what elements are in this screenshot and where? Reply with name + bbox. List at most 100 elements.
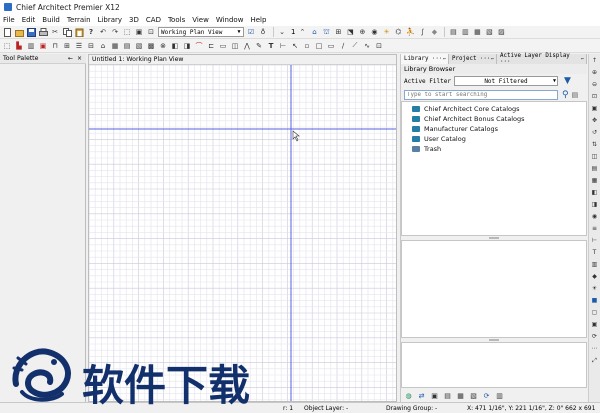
- hide-icon[interactable]: ◨: [590, 200, 599, 209]
- paste-icon[interactable]: [74, 27, 84, 37]
- catalog-switch-icon[interactable]: ⇄: [416, 391, 427, 401]
- help-icon[interactable]: ?: [86, 27, 96, 37]
- fixture-icon[interactable]: ▤: [122, 41, 132, 51]
- glass-house-icon[interactable]: ⌬: [393, 27, 403, 37]
- checkbox-icon[interactable]: ☑: [246, 27, 256, 37]
- list-item[interactable]: Manufacturer Catalogs: [402, 124, 586, 134]
- overview-icon[interactable]: ⊕: [357, 27, 367, 37]
- spline-draw-icon[interactable]: ∿: [362, 41, 372, 51]
- full-camera-icon[interactable]: ◉: [369, 27, 379, 37]
- library-toggle-icon[interactable]: ▥: [590, 260, 599, 269]
- menu-file[interactable]: File: [3, 16, 15, 24]
- splitter-handle[interactable]: [489, 339, 499, 341]
- view-list-icon[interactable]: ▤: [442, 391, 453, 401]
- trim-icon[interactable]: ◫: [230, 41, 240, 51]
- redo-icon[interactable]: ↷: [110, 27, 120, 37]
- menu-help[interactable]: Help: [250, 16, 266, 24]
- window-tile-icon[interactable]: ▤: [448, 27, 458, 37]
- down-floor-icon[interactable]: ⌄: [277, 27, 287, 37]
- menu-library[interactable]: Library: [98, 16, 122, 24]
- roof-icon[interactable]: ⌂: [98, 41, 108, 51]
- snap-icon[interactable]: ⊡: [374, 41, 384, 51]
- new-folder-icon[interactable]: ▣: [429, 391, 440, 401]
- select-objects-icon[interactable]: ⬚: [2, 41, 12, 51]
- sync-icon[interactable]: ⟳: [590, 332, 599, 341]
- render-icon[interactable]: ☀: [381, 27, 391, 37]
- dimension-icon[interactable]: ⊢: [278, 41, 288, 51]
- menu-view[interactable]: View: [192, 16, 209, 24]
- layer-icon[interactable]: ▤: [590, 164, 599, 173]
- spline-icon[interactable]: ∫: [417, 27, 427, 37]
- terrain-icon[interactable]: ▦: [110, 41, 120, 51]
- polyline-icon[interactable]: ⟋: [350, 41, 360, 51]
- undo-icon[interactable]: ↶: [98, 27, 108, 37]
- cut-icon[interactable]: ✂: [50, 27, 60, 37]
- shelf-icon[interactable]: ⊏: [206, 41, 216, 51]
- filter-funnel-icon[interactable]: ▼: [564, 76, 571, 86]
- perspective-icon[interactable]: ⬔: [345, 27, 355, 37]
- menu-tools[interactable]: Tools: [168, 16, 185, 24]
- electrical-icon[interactable]: ⊗: [158, 41, 168, 51]
- text-icon[interactable]: T: [266, 41, 276, 51]
- window-cascade-icon[interactable]: ▧: [484, 27, 494, 37]
- plan-view-select[interactable]: Working Plan View ▼: [158, 27, 244, 37]
- library-object-icon[interactable]: ▭: [218, 41, 228, 51]
- select-icon[interactable]: ⬚: [122, 27, 132, 37]
- tab-project[interactable]: Project ··· ←: [449, 54, 497, 64]
- fill-window-icon[interactable]: ⊡: [590, 92, 599, 101]
- wall-icon[interactable]: ▙: [14, 41, 24, 51]
- grid-icon[interactable]: ▦: [590, 176, 599, 185]
- plumbing-icon[interactable]: ◧: [170, 41, 180, 51]
- appliance-icon[interactable]: ▧: [134, 41, 144, 51]
- menu-terrain[interactable]: Terrain: [67, 16, 91, 24]
- walkthrough-icon[interactable]: ⛹: [405, 27, 415, 37]
- text-toggle-icon[interactable]: T: [590, 248, 599, 257]
- cabinet-icon[interactable]: ▥: [26, 41, 36, 51]
- framing-icon[interactable]: ⊟: [86, 41, 96, 51]
- window-stack-icon[interactable]: ▦: [472, 27, 482, 37]
- undo-zoom-icon[interactable]: ↺: [590, 128, 599, 137]
- materials-toggle-icon[interactable]: ◆: [590, 272, 599, 281]
- menu-window[interactable]: Window: [216, 16, 244, 24]
- splitter-handle[interactable]: [489, 237, 499, 239]
- search-icon[interactable]: ⚲: [562, 90, 569, 100]
- menu-build[interactable]: Build: [42, 16, 60, 24]
- hvac-icon[interactable]: ◨: [182, 41, 192, 51]
- stairs-icon[interactable]: ☰: [74, 41, 84, 51]
- room-icon[interactable]: ▣: [38, 41, 48, 51]
- swap-view-icon[interactable]: ⇅: [590, 140, 599, 149]
- list-item[interactable]: Chief Architect Core Catalogs: [402, 104, 586, 114]
- arrow-icon[interactable]: ↖: [290, 41, 300, 51]
- elevation-icon[interactable]: ⛫: [321, 27, 331, 37]
- pencil-icon[interactable]: ✎: [254, 41, 264, 51]
- up-floor-icon[interactable]: ⌃: [297, 27, 307, 37]
- settings-icon[interactable]: ▥: [494, 391, 505, 401]
- bulb-icon[interactable]: ♁: [258, 27, 268, 37]
- window-close-icon[interactable]: ▨: [496, 27, 506, 37]
- line-weight-icon[interactable]: ≡: [590, 224, 599, 233]
- print-icon[interactable]: [38, 27, 48, 37]
- view-grid-icon[interactable]: ▦: [455, 391, 466, 401]
- zoom-out-icon[interactable]: ⊖: [590, 80, 599, 89]
- label-icon[interactable]: ▫: [302, 41, 312, 51]
- rectangle-icon[interactable]: ▭: [326, 41, 336, 51]
- camera-icon[interactable]: ◉: [590, 212, 599, 221]
- filter-select[interactable]: Not Filtered ▼: [454, 76, 558, 86]
- door-icon[interactable]: ⊓: [50, 41, 60, 51]
- color-icon[interactable]: ■: [590, 296, 599, 305]
- save-icon[interactable]: [26, 27, 36, 37]
- furniture-icon[interactable]: ▩: [146, 41, 156, 51]
- menu-cad[interactable]: CAD: [146, 16, 161, 24]
- deck-icon[interactable]: ⌒: [194, 41, 204, 51]
- edit-area-icon[interactable]: ▣: [134, 27, 144, 37]
- new-file-icon[interactable]: [2, 27, 12, 37]
- pin-close-icon[interactable]: ← ×: [68, 55, 83, 62]
- window-icon[interactable]: ▢: [590, 308, 599, 317]
- menu-edit[interactable]: Edit: [22, 16, 36, 24]
- search-options-icon[interactable]: ▤: [572, 91, 579, 99]
- tab-active-layer-display[interactable]: Active Layer Display ··· ←: [497, 53, 587, 65]
- zoom-in-icon[interactable]: ⊕: [590, 68, 599, 77]
- section-icon[interactable]: ⊞: [333, 27, 343, 37]
- open-folder-icon[interactable]: [14, 27, 24, 37]
- dimension-toggle-icon[interactable]: ⊢: [590, 236, 599, 245]
